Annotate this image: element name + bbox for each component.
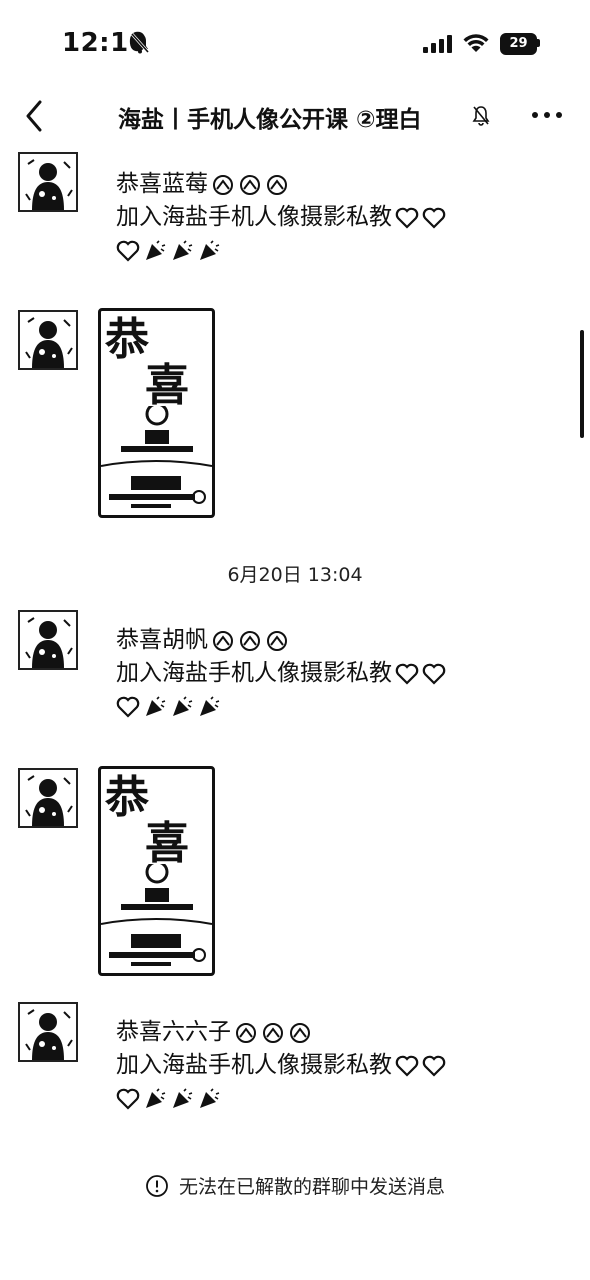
party-popper-emoji — [146, 695, 166, 716]
time-separator: 6月20日 13:04 — [227, 564, 363, 586]
congrats-image[interactable]: 恭 喜 — [98, 766, 215, 976]
fireworks-emoji — [263, 1022, 283, 1043]
fireworks-emoji — [267, 630, 287, 651]
fireworks-emoji — [213, 174, 233, 195]
nav-bar: 海盐丨手机人像公开课 ②理白 — [0, 90, 590, 140]
chat-screen: 12:10 29 海盐丨手机人像公开课 ②理白 恭喜蓝莓 加入海盐手机人像摄影私… — [0, 0, 590, 1280]
fireworks-emoji — [236, 1022, 256, 1043]
scrollbar[interactable] — [580, 330, 584, 438]
poster-title: 恭 喜 — [105, 317, 189, 409]
message-line-2: 加入海盐手机人像摄影私教 — [116, 660, 392, 686]
congrats-image[interactable]: 恭 喜 — [98, 308, 215, 518]
disbanded-notice: 无法在已解散的群聊中发送消息 — [0, 1172, 590, 1203]
heart-emoji — [422, 1055, 446, 1077]
party-popper-emoji — [200, 695, 220, 716]
heart-emoji — [116, 696, 140, 718]
fireworks-emoji — [240, 630, 260, 651]
battery-level: 29 — [500, 33, 537, 55]
signal-icon — [423, 35, 452, 53]
fireworks-emoji — [267, 174, 287, 195]
avatar-image — [20, 312, 76, 368]
party-popper-emoji — [146, 239, 166, 260]
battery-cap — [537, 39, 540, 47]
party-popper-emoji — [173, 239, 193, 260]
avatar[interactable] — [18, 610, 78, 670]
heart-emoji — [395, 1055, 419, 1077]
back-button[interactable] — [18, 96, 52, 136]
fireworks-emoji — [290, 1022, 310, 1043]
poster-graphic — [101, 864, 212, 966]
wifi-icon — [463, 34, 489, 52]
poster-char-2: 喜 — [145, 360, 189, 411]
heart-emoji — [116, 1088, 140, 1110]
bell-off-icon — [130, 33, 150, 54]
battery-icon: 29 — [500, 33, 540, 55]
party-popper-emoji — [173, 695, 193, 716]
avatar-image — [20, 770, 76, 826]
party-popper-emoji — [173, 1087, 193, 1108]
heart-emoji — [422, 663, 446, 685]
fireworks-emoji — [213, 630, 233, 651]
avatar-image — [20, 154, 76, 210]
message-line-2: 加入海盐手机人像摄影私教 — [116, 1052, 392, 1078]
poster-char-1: 恭 — [105, 772, 149, 823]
avatar[interactable] — [18, 1002, 78, 1062]
party-popper-emoji — [200, 1087, 220, 1108]
party-popper-emoji — [200, 239, 220, 260]
message-line-2: 加入海盐手机人像摄影私教 — [116, 204, 392, 230]
bell-off-icon — [472, 106, 490, 126]
message-text: 恭喜蓝莓 加入海盐手机人像摄影私教 — [116, 168, 446, 267]
avatar[interactable] — [18, 310, 78, 370]
avatar[interactable] — [18, 152, 78, 212]
heart-emoji — [422, 207, 446, 229]
message-text: 恭喜六六子 加入海盐手机人像摄影私教 — [116, 1016, 446, 1115]
more-button[interactable] — [528, 100, 566, 130]
heart-emoji — [116, 240, 140, 262]
heart-emoji — [395, 663, 419, 685]
heart-emoji — [395, 207, 419, 229]
poster-graphic — [101, 406, 212, 508]
notice-text: 无法在已解散的群聊中发送消息 — [178, 1176, 445, 1198]
message-line-1: 恭喜胡帆 — [116, 627, 208, 653]
chat-title: 海盐丨手机人像公开课 ②理白 — [118, 107, 422, 133]
poster-title: 恭 喜 — [105, 775, 189, 867]
message-line-1: 恭喜六六子 — [116, 1019, 231, 1045]
party-popper-emoji — [146, 1087, 166, 1108]
avatar-image — [20, 1004, 76, 1060]
message-line-1: 恭喜蓝莓 — [116, 171, 208, 197]
fireworks-emoji — [240, 174, 260, 195]
info-icon — [146, 1174, 168, 1197]
message-text: 恭喜胡帆 加入海盐手机人像摄影私教 — [116, 624, 446, 723]
avatar[interactable] — [18, 768, 78, 828]
poster-char-2: 喜 — [145, 818, 189, 869]
avatar-image — [20, 612, 76, 668]
poster-char-1: 恭 — [105, 314, 149, 365]
status-bar: 12:10 29 — [0, 0, 590, 90]
